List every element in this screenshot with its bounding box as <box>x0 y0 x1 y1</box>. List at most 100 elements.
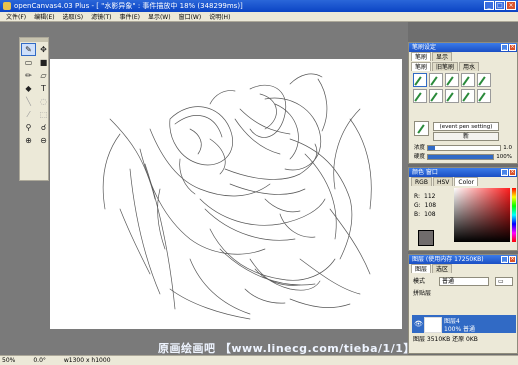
menu-view[interactable]: 显示(W) <box>144 12 175 21</box>
smudge-icon[interactable]: ☌ <box>37 122 50 133</box>
magic-wand-icon[interactable]: ⁄ <box>22 109 35 120</box>
zoom-level: 50% <box>2 357 16 364</box>
panel-close-button[interactable]: × <box>509 44 516 51</box>
saturation-value-field[interactable] <box>454 188 510 242</box>
eraser-icon[interactable]: ▱ <box>37 70 50 81</box>
menu-window[interactable]: 窗口(W) <box>175 12 206 21</box>
panel-close-button[interactable]: × <box>509 256 516 263</box>
menu-filter[interactable]: 滤镜(T) <box>87 12 115 21</box>
watermark: 原画绘画吧 【www.linecg.com/tieba/1/1】 <box>158 342 415 355</box>
layer-tabs: 图层 选区 <box>409 264 517 273</box>
density-track[interactable] <box>427 145 502 151</box>
brush-preset[interactable] <box>429 73 443 87</box>
window-title: openCanvas4.03 Plus - [ "水影异象" : 事件描放中 1… <box>14 2 243 10</box>
layer-thumbnail <box>424 317 442 333</box>
rotation-angle: 0.0° <box>33 357 46 364</box>
maximize-button[interactable]: □ <box>495 1 505 10</box>
line-icon[interactable]: ╲ <box>22 96 35 107</box>
minimize-button[interactable]: _ <box>484 1 494 10</box>
eyedropper-icon[interactable]: ⚲ <box>22 122 35 133</box>
brush-preset[interactable] <box>477 89 491 103</box>
panel-minimize-button[interactable]: _ <box>501 169 508 176</box>
toolbox: ✎ ✥ ▭ ■ ✏ ▱ ◆ T ╲ ◌ ⁄ ⬚ ⚲ ☌ ⊕ ⊖ <box>19 37 49 181</box>
brush-grid <box>413 73 491 103</box>
group-label: 拼贴层 <box>413 290 432 297</box>
brush-slider-density[interactable]: 浓度 1.0 <box>414 144 512 152</box>
mode-label: 模式 <box>413 278 426 285</box>
pencil-icon[interactable]: ✏ <box>22 70 35 81</box>
rect-select-icon[interactable]: ▭ <box>22 57 35 68</box>
tab-old-brush[interactable]: 旧笔刷 <box>432 62 459 71</box>
new-brush-button[interactable]: 新 <box>433 132 499 141</box>
brush-panel-title: 笔刷设定 _ × <box>409 43 517 52</box>
folder-icon[interactable]: ▭ <box>495 277 513 286</box>
blue-value: 108 <box>424 211 436 218</box>
brush-tabs: 笔刷 旧笔刷 用水 <box>409 62 517 71</box>
fill-bucket-icon[interactable]: ◆ <box>22 83 35 94</box>
close-button[interactable]: × <box>506 1 516 10</box>
brush-preset[interactable] <box>477 73 491 87</box>
brush-preset[interactable] <box>413 89 427 103</box>
brush-preset[interactable] <box>429 89 443 103</box>
hardness-track[interactable] <box>427 154 495 160</box>
brush-preset[interactable] <box>445 89 459 103</box>
tab-brush[interactable]: 笔刷 <box>411 62 432 71</box>
rgb-values: R: 112 G: 108 B: 108 <box>414 193 437 218</box>
move-icon[interactable]: ✥ <box>37 44 50 55</box>
color-panel: 颜色 窗口 _ × RGB HSV Color R: 112 G: 108 B: 108 <box>408 167 518 251</box>
menu-bar: 文件(F) 编辑(E) 选取(S) 滤镜(T) 事件(E) 显示(W) 窗口(W… <box>0 12 518 22</box>
panel-minimize-button[interactable]: _ <box>501 256 508 263</box>
panel-close-button[interactable]: × <box>509 169 516 176</box>
panel-minimize-button[interactable]: _ <box>501 44 508 51</box>
tab-brush-display[interactable]: 显示 <box>432 52 453 61</box>
color-picker: R: 112 G: 108 B: 108 <box>412 188 516 250</box>
canvas-size: w1300 x h1000 <box>63 357 111 364</box>
brush-preview <box>414 121 429 136</box>
tab-rgb[interactable]: RGB <box>411 177 432 186</box>
brush-preset[interactable] <box>445 73 459 87</box>
tab-water[interactable]: 用水 <box>459 62 480 71</box>
transform-icon[interactable]: ⬚ <box>37 109 50 120</box>
brush-preset[interactable] <box>461 73 475 87</box>
lasso-icon[interactable]: ◌ <box>37 96 50 107</box>
brush-panel: 笔刷设定 _ × 笔刷 显示 笔刷 旧笔刷 用水 (event pen setti… <box>408 42 518 164</box>
hue-slider[interactable] <box>512 188 516 242</box>
tab-layers[interactable]: 图层 <box>411 264 432 273</box>
brush-preset[interactable] <box>413 73 427 87</box>
zoom-out-icon[interactable]: ⊖ <box>37 135 50 146</box>
window-controls: _ □ × <box>484 1 516 10</box>
tab-selection[interactable]: 选区 <box>432 264 453 273</box>
layer-info: 100% 普通 <box>444 326 476 333</box>
menu-edit[interactable]: 编辑(E) <box>30 12 58 21</box>
status-bar: 50% 0.0° w1300 x h1000 <box>0 355 518 365</box>
current-color-swatch[interactable] <box>418 230 434 246</box>
tab-brush-settings[interactable]: 笔刷 <box>411 52 432 61</box>
menu-select[interactable]: 选取(S) <box>59 12 88 21</box>
title-bar: openCanvas4.03 Plus - [ "水影异象" : 事件描放中 1… <box>0 0 518 12</box>
brush-preset[interactable] <box>461 89 475 103</box>
menu-help[interactable]: 说明(H) <box>205 12 234 21</box>
pen-icon[interactable]: ✎ <box>21 43 36 56</box>
brush-slider-hardness[interactable]: 硬度 100% <box>414 153 512 161</box>
layer-memory-info: 图层 3510KB 还原 0KB <box>413 336 478 343</box>
green-value: 108 <box>424 202 437 209</box>
brush-top-tabs: 笔刷 显示 <box>409 52 517 61</box>
color-panel-title: 颜色 窗口 _ × <box>409 168 517 177</box>
blend-mode-select[interactable]: 普通 <box>439 277 489 286</box>
tab-hsv[interactable]: HSV <box>432 177 454 186</box>
app-icon <box>3 2 11 10</box>
tab-color[interactable]: Color <box>454 177 479 186</box>
red-value: 112 <box>424 193 436 200</box>
zoom-in-icon[interactable]: ⊕ <box>22 135 35 146</box>
text-icon[interactable]: T <box>37 83 50 94</box>
drawing-canvas[interactable] <box>50 59 402 329</box>
color-tabs: RGB HSV Color <box>409 177 517 186</box>
eye-icon[interactable]: 👁 <box>414 320 423 328</box>
menu-file[interactable]: 文件(F) <box>2 12 30 21</box>
layer-panel: 图层 (使用内存 17250KB) _ × 图层 选区 模式 普通 ▭ 拼贴层 👁… <box>408 254 518 354</box>
brush-name: (event pen setting) <box>433 122 499 131</box>
layer-row[interactable]: 👁 图层4 100% 普通 <box>412 315 516 333</box>
fill-rect-icon[interactable]: ■ <box>37 57 50 68</box>
menu-event[interactable]: 事件(E) <box>115 12 143 21</box>
sketch-image <box>102 73 372 320</box>
